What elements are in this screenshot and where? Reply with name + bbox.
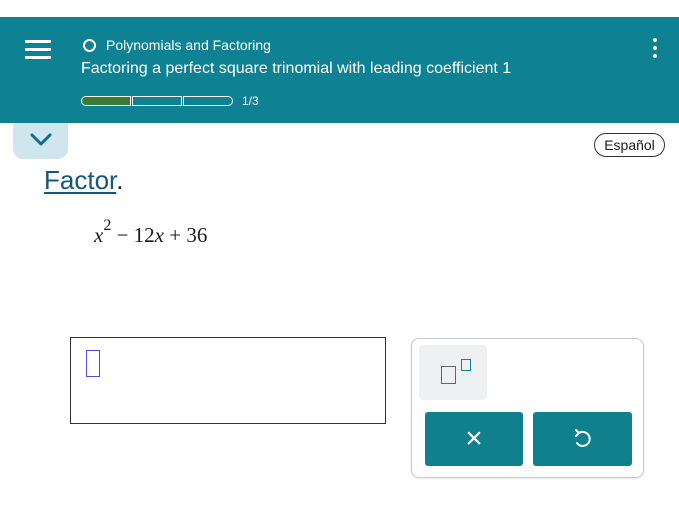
circle-outline-icon (83, 38, 96, 52)
undo-icon (574, 429, 591, 447)
superscript-template-button[interactable] (419, 345, 487, 400)
clear-button[interactable]: × (425, 412, 523, 466)
superscript-power-box (461, 359, 471, 371)
expression-operator-plus: + (169, 223, 182, 247)
math-palette: × (411, 338, 644, 478)
progress-label: 1/3 (242, 94, 259, 108)
collapse-header-button[interactable] (13, 123, 68, 159)
progress-segment-2 (132, 96, 182, 106)
progress-segment-1 (81, 96, 131, 106)
expression-base: x (94, 223, 104, 247)
language-toggle-button[interactable]: Español (594, 133, 665, 157)
topic-row: Polynomials and Factoring (83, 37, 271, 53)
hamburger-menu-icon[interactable] (25, 38, 51, 62)
expression-exponent: 2 (103, 217, 112, 234)
answer-cursor-placeholder (86, 350, 100, 377)
chevron-down-icon (30, 133, 52, 146)
undo-button[interactable] (533, 412, 632, 466)
expression-variable: x (154, 223, 164, 247)
problem-expression: x2 − 12x + 36 (94, 217, 208, 248)
topic-label: Polynomials and Factoring (106, 37, 271, 53)
vertical-ellipsis-icon[interactable] (649, 36, 661, 60)
expression-coefficient: 12 (133, 223, 155, 247)
answer-input[interactable] (70, 337, 386, 424)
instruction-period: . (116, 165, 124, 195)
close-icon: × (465, 422, 483, 455)
factor-link[interactable]: Factor (44, 165, 116, 195)
lesson-title: Factoring a perfect square trinomial wit… (81, 60, 512, 77)
progress-segment-3 (183, 96, 233, 106)
instruction: Factor. (44, 165, 123, 196)
expression-operator-minus: − (116, 223, 129, 247)
progress-bar: 1/3 (81, 94, 259, 108)
superscript-template-icon (441, 366, 456, 384)
expression-constant: 36 (186, 223, 208, 247)
